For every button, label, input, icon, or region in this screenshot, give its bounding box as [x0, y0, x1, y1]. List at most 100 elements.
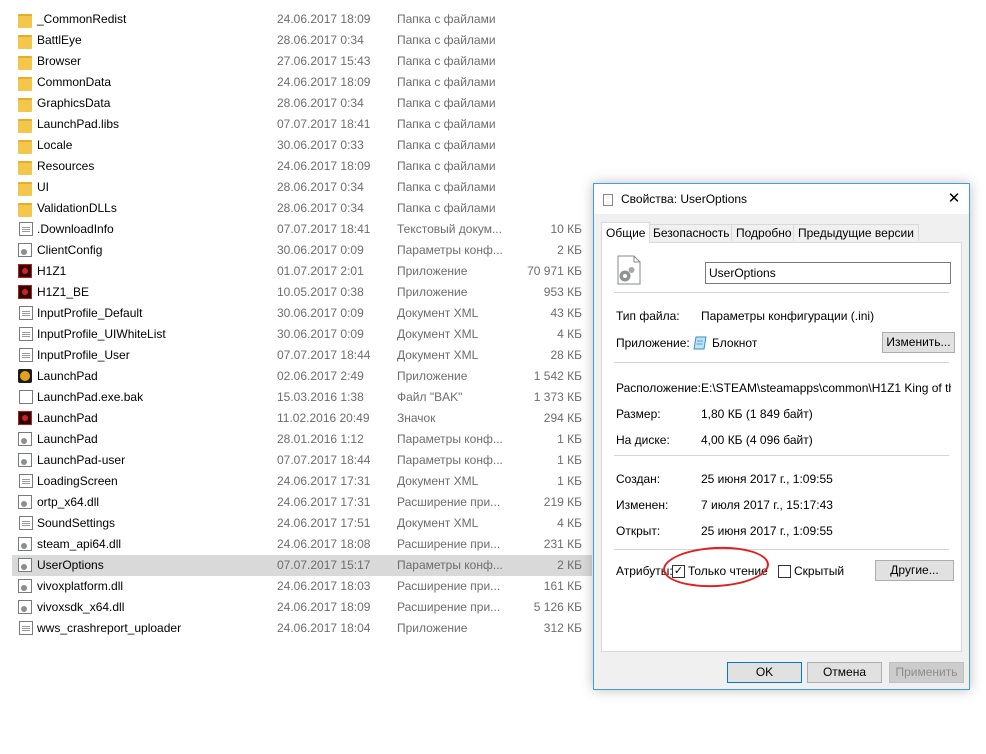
file-row[interactable]: ortp_x64.dll 24.06.2017 17:31 Расширение п… [12, 492, 592, 513]
file-size: 4 КБ [557, 327, 582, 341]
file-size: 5 126 КБ [533, 600, 582, 614]
tab-details[interactable]: Подробно [731, 224, 797, 241]
file-row[interactable]: wws_crashreport_uploader 24.06.2017 18:04… [12, 618, 592, 639]
file-name: GraphicsData [37, 96, 111, 110]
file-row[interactable]: Resources 24.06.2017 18:09 Папка с файлами [12, 156, 592, 177]
file-size: 161 КБ [543, 579, 582, 593]
file-size: 1 КБ [557, 432, 582, 446]
close-button[interactable]: ✕ [939, 184, 969, 214]
file-date: 10.05.2017 0:38 [277, 285, 364, 299]
file-row[interactable]: LaunchPad 28.01.2016 1:12 Параметры конф..… [12, 429, 592, 450]
tab-previous-versions[interactable]: Предыдущие версии [793, 224, 919, 241]
file-type: Расширение при... [397, 537, 501, 551]
file-row[interactable]: vivoxplatform.dll 24.06.2017 18:03 Расшире… [12, 576, 592, 597]
file-row[interactable]: SoundSettings 24.06.2017 17:51 Документ XM… [12, 513, 592, 534]
file-type: Текстовый докум... [397, 222, 502, 236]
hidden-checkbox[interactable] [778, 565, 791, 578]
readonly-label[interactable]: Только чтение [688, 564, 768, 578]
file-type: Документ XML [397, 516, 479, 530]
file-size: 294 КБ [543, 411, 582, 425]
h1z1-app-icon [18, 264, 32, 278]
file-type-label: Тип файла: [616, 309, 680, 323]
file-type: Документ XML [397, 474, 479, 488]
file-row[interactable]: Browser 27.06.2017 15:43 Папка с файлами [12, 51, 592, 72]
file-name: LaunchPad [37, 369, 98, 383]
apply-button[interactable]: Применить [889, 662, 964, 683]
dialog-titlebar[interactable]: Свойства: UserOptions ✕ [594, 184, 969, 214]
file-row[interactable]: InputProfile_User 07.07.2017 18:44 Докумен… [12, 345, 592, 366]
file-row[interactable]: LoadingScreen 24.06.2017 17:31 Документ XM… [12, 471, 592, 492]
file-size: 1 373 КБ [533, 390, 582, 404]
file-row[interactable]: .DownloadInfo 07.07.2017 18:41 Текстовый д… [12, 219, 592, 240]
file-icon [603, 194, 613, 206]
config-file-icon [617, 255, 641, 285]
file-row[interactable]: BattlEye 28.06.2017 0:34 Папка с файлами [12, 30, 592, 51]
file-name: InputProfile_UIWhiteList [37, 327, 166, 341]
launchpad-app-icon [18, 369, 32, 383]
readonly-checkbox[interactable]: ✓ [672, 565, 685, 578]
file-name: LoadingScreen [37, 474, 118, 488]
hidden-label[interactable]: Скрытый [794, 564, 844, 578]
file-size: 1 КБ [557, 453, 582, 467]
general-tab-panel: Тип файла: Параметры конфигурации (.ini)… [601, 242, 962, 652]
created-value: 25 июня 2017 г., 1:09:55 [701, 472, 833, 486]
file-row[interactable]: Locale 30.06.2017 0:33 Папка с файлами [12, 135, 592, 156]
size-label: Размер: [616, 407, 661, 421]
file-date: 07.07.2017 18:41 [277, 117, 371, 131]
file-row[interactable]: CommonData 24.06.2017 18:09 Папка с файлам… [12, 72, 592, 93]
file-date: 24.06.2017 17:31 [277, 474, 371, 488]
file-type: Расширение при... [397, 495, 501, 509]
file-date: 24.06.2017 17:51 [277, 516, 371, 530]
file-date: 24.06.2017 18:03 [277, 579, 371, 593]
file-date: 24.06.2017 17:31 [277, 495, 371, 509]
file-row[interactable]: ClientConfig 30.06.2017 0:09 Параметры кон… [12, 240, 592, 261]
file-name-input[interactable] [705, 262, 951, 284]
app-value: Блокнот [712, 336, 758, 350]
file-row[interactable]: LaunchPad 02.06.2017 2:49 Приложение 1 542 … [12, 366, 592, 387]
file-size: 43 КБ [550, 306, 582, 320]
file-row[interactable]: LaunchPad 11.02.2016 20:49 Значок 294 КБ [12, 408, 592, 429]
file-row[interactable]: H1Z1 01.07.2017 2:01 Приложение 70 971 КБ [12, 261, 592, 282]
ok-button[interactable]: OK [727, 662, 802, 683]
dll-file-icon [18, 495, 32, 509]
file-date: 07.07.2017 18:44 [277, 348, 371, 362]
file-row[interactable]: ValidationDLLs 28.06.2017 0:34 Папка с фай… [12, 198, 592, 219]
file-row[interactable]: InputProfile_UIWhiteList 30.06.2017 0:09 Д… [12, 324, 592, 345]
file-row[interactable]: LaunchPad.exe.bak 15.03.2016 1:38 Файл "BA… [12, 387, 592, 408]
file-row[interactable]: UserOptions 07.07.2017 15:17 Параметры кон… [12, 555, 592, 576]
file-date: 24.06.2017 18:09 [277, 159, 371, 173]
file-row[interactable]: GraphicsData 28.06.2017 0:34 Папка с файла… [12, 93, 592, 114]
file-row[interactable]: vivoxsdk_x64.dll 24.06.2017 18:09 Расширен… [12, 597, 592, 618]
change-button[interactable]: Изменить... [882, 332, 955, 353]
file-name: Browser [37, 54, 82, 68]
tab-security[interactable]: Безопасность [648, 224, 735, 241]
file-type-value: Параметры конфигурации (.ini) [701, 309, 875, 323]
file-type: Папка с файлами [397, 54, 496, 68]
file-row[interactable]: UI 28.06.2017 0:34 Папка с файлами [12, 177, 592, 198]
file-row[interactable]: _CommonRedist 24.06.2017 18:09 Папка с фай… [12, 9, 592, 30]
file-type: Файл "BAK" [397, 390, 463, 404]
location-label: Расположение: [616, 381, 701, 395]
xml-document-icon [19, 348, 33, 362]
h1z1-app-icon [18, 285, 32, 299]
file-row[interactable]: InputProfile_Default 30.06.2017 0:09 Докум… [12, 303, 592, 324]
size-value: 1,80 КБ (1 849 байт) [701, 407, 813, 421]
file-type: Расширение при... [397, 579, 501, 593]
file-date: 24.06.2017 18:08 [277, 537, 371, 551]
file-row[interactable]: H1Z1_BE 10.05.2017 0:38 Приложение 953 КБ [12, 282, 592, 303]
file-row[interactable]: steam_api64.dll 24.06.2017 18:08 Расширени… [12, 534, 592, 555]
dll-file-icon [18, 600, 32, 614]
other-attributes-button[interactable]: Другие... [875, 560, 954, 581]
file-date: 07.07.2017 18:44 [277, 453, 371, 467]
tab-general[interactable]: Общие [601, 222, 651, 243]
divider [614, 362, 949, 363]
xml-document-icon [19, 474, 33, 488]
cancel-button[interactable]: Отмена [807, 662, 882, 683]
file-row[interactable]: LaunchPad-user 07.07.2017 18:44 Параметры … [12, 450, 592, 471]
file-type: Приложение [397, 369, 468, 383]
folder-icon [18, 203, 32, 217]
file-name: vivoxsdk_x64.dll [37, 600, 125, 614]
divider [614, 549, 949, 550]
file-row[interactable]: LaunchPad.libs 07.07.2017 18:41 Папка с фа… [12, 114, 592, 135]
file-name: wws_crashreport_uploader [37, 621, 182, 635]
